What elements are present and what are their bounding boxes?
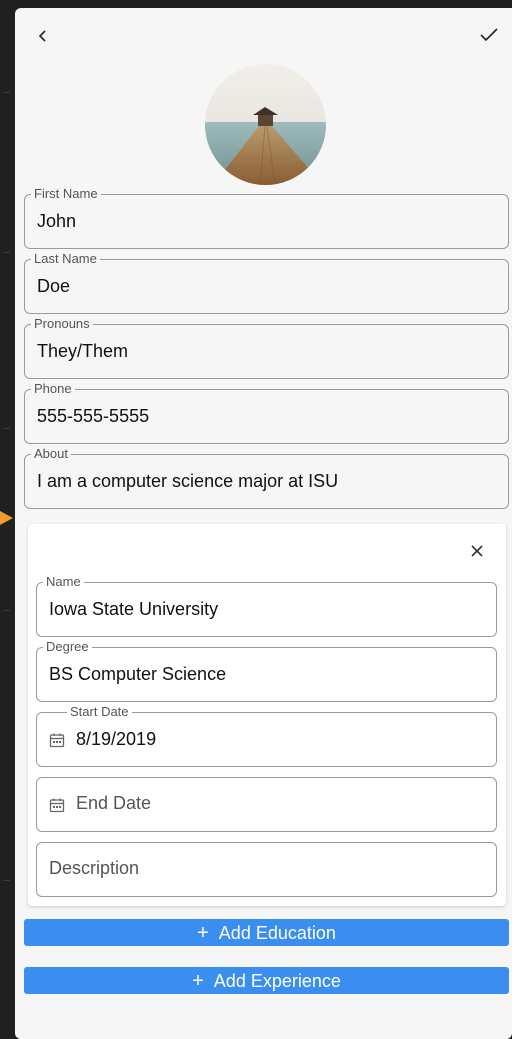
pronouns-field[interactable]: Pronouns They/Them <box>24 316 509 379</box>
add-education-button[interactable]: + Add Education <box>24 919 509 946</box>
about-value: I am a computer science major at ISU <box>37 471 339 491</box>
degree-label: Degree <box>43 639 92 655</box>
description-placeholder: Description <box>49 858 140 878</box>
strip-tick <box>3 252 10 253</box>
calendar-icon <box>49 733 65 748</box>
strip-tick <box>3 880 10 881</box>
strip-tick <box>3 610 10 611</box>
start-date-field[interactable]: Start Date 8/19/2019 <box>36 704 497 767</box>
phone-value: 555-555-5555 <box>37 406 150 426</box>
last-name-value: Doe <box>37 276 71 296</box>
phone-label: Phone <box>31 381 75 397</box>
add-experience-button[interactable]: + Add Experience <box>24 967 509 994</box>
degree-field[interactable]: Degree BS Computer Science <box>36 639 497 702</box>
pronouns-value: They/Them <box>37 341 129 361</box>
start-date-value: 8/19/2019 <box>76 729 157 749</box>
start-date-label: Start Date <box>67 704 132 720</box>
description-field[interactable]: Description <box>36 842 497 897</box>
first-name-value: John <box>37 211 77 231</box>
end-date-field[interactable]: End Date <box>36 777 497 832</box>
pointer-arrow-icon <box>0 511 13 525</box>
plus-icon: + <box>192 970 204 992</box>
strip-tick <box>3 92 10 93</box>
education-name-label: Name <box>43 574 84 590</box>
close-icon[interactable] <box>469 543 485 559</box>
phone-field[interactable]: Phone 555-555-5555 <box>24 381 509 444</box>
end-date-placeholder: End Date <box>76 793 152 813</box>
add-education-label: Add Education <box>218 923 336 943</box>
education-name-value: Iowa State University <box>49 599 219 619</box>
about-field[interactable]: About I am a computer science major at I… <box>24 446 509 509</box>
calendar-icon <box>49 798 65 813</box>
about-label: About <box>31 446 71 462</box>
first-name-field[interactable]: First Name John <box>24 186 509 249</box>
edit-profile-screen: First Name John Last Name Doe Pronouns T… <box>15 8 512 1039</box>
first-name-label: First Name <box>31 186 101 202</box>
pronouns-label: Pronouns <box>31 316 93 332</box>
education-name-field[interactable]: Name Iowa State University <box>36 574 497 637</box>
strip-tick <box>3 428 10 429</box>
plus-icon: + <box>197 922 209 944</box>
last-name-label: Last Name <box>31 251 100 267</box>
back-button[interactable] <box>35 28 51 44</box>
save-checkmark-button[interactable] <box>479 26 499 44</box>
last-name-field[interactable]: Last Name Doe <box>24 251 509 314</box>
profile-avatar[interactable] <box>205 64 326 185</box>
add-experience-label: Add Experience <box>213 971 341 991</box>
degree-value: BS Computer Science <box>49 664 227 684</box>
